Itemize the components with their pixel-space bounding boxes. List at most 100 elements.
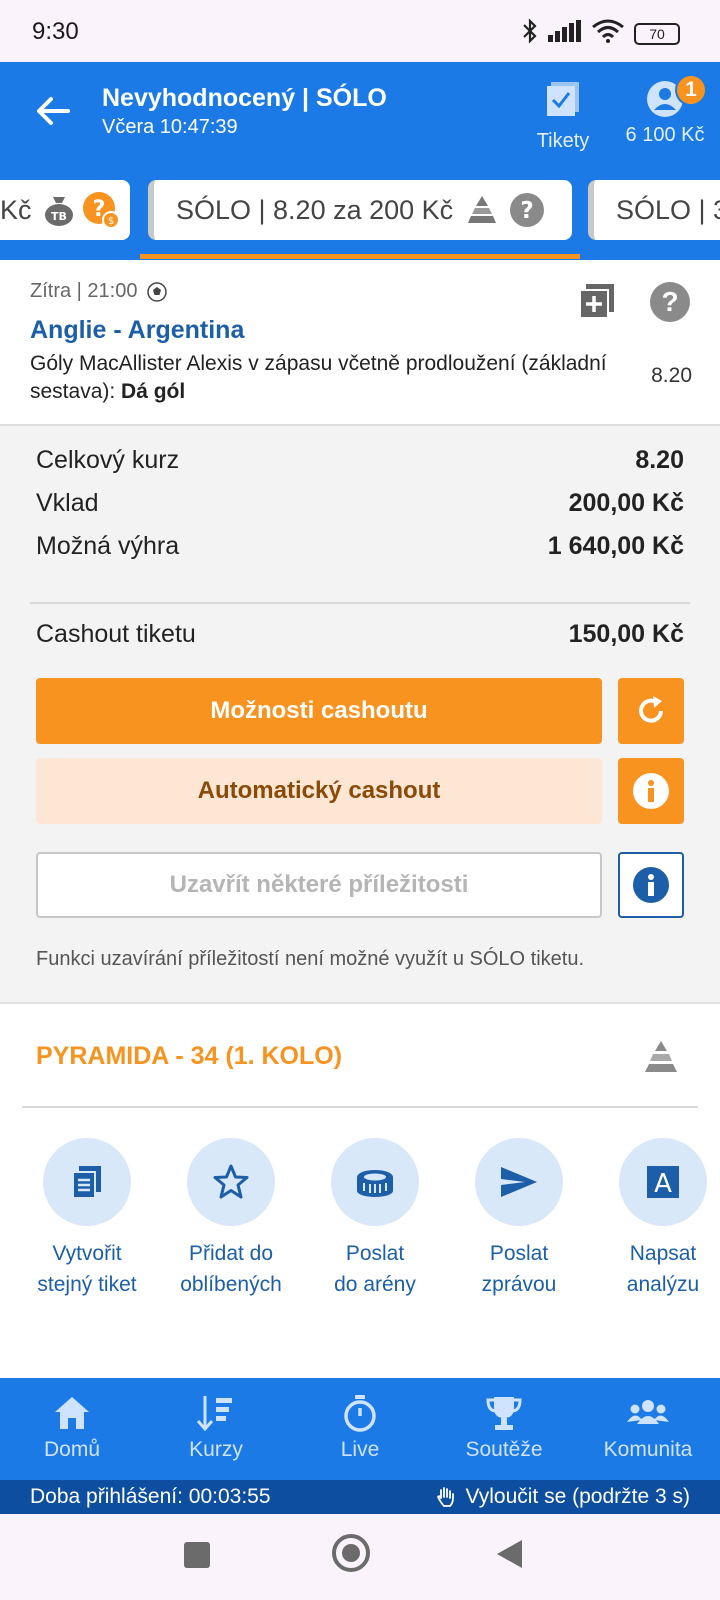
bluetooth-icon xyxy=(522,18,538,49)
ticket-tab-current[interactable]: SÓLO | 8.20 za 200 Kč ? xyxy=(148,180,572,240)
nav-community[interactable]: Komunita xyxy=(578,1392,718,1462)
action-label: Poslat do arény xyxy=(300,1238,450,1300)
pyramid-divider xyxy=(22,1106,698,1108)
action-circle xyxy=(475,1138,563,1226)
close-info-button[interactable] xyxy=(618,852,684,918)
svg-text:$: $ xyxy=(107,216,113,227)
tab-label: SÓLO | 8.20 za 200 Kč xyxy=(176,194,454,225)
tab-label: Kč xyxy=(0,194,32,225)
event-odd: 8.20 xyxy=(651,364,692,387)
event-match-link[interactable]: Anglie - Argentina xyxy=(30,316,244,345)
action-label-line2: do arény xyxy=(334,1273,416,1296)
solo-note: Funkci uzavírání příležitostí není možné… xyxy=(36,948,585,970)
account-button[interactable]: 1 6 100 Kč xyxy=(615,74,715,147)
nav-label: Komunita xyxy=(603,1438,693,1461)
nav-label: Live xyxy=(340,1438,380,1461)
hand-icon xyxy=(436,1487,454,1507)
action-circle xyxy=(187,1138,275,1226)
action-circle xyxy=(331,1138,419,1226)
stake-row: Vklad 200,00 Kč xyxy=(36,489,684,518)
football-icon xyxy=(147,281,168,302)
send-message-action[interactable]: Poslat zprávou xyxy=(444,1138,594,1300)
ticket-tab-previous[interactable]: Kč TB ? $ xyxy=(0,180,130,240)
bet-selection: Dá gól xyxy=(121,380,186,403)
add-copy-icon xyxy=(579,284,614,319)
total-odds-value: 8.20 xyxy=(635,446,684,474)
action-label-line1: Vytvořit xyxy=(52,1242,122,1265)
nav-home[interactable]: Domů xyxy=(2,1392,142,1462)
nav-label: Domů xyxy=(43,1438,101,1461)
nav-label: Soutěže xyxy=(465,1438,543,1461)
action-label-line2: stejný tiket xyxy=(37,1273,137,1296)
ticket-status-title: Nevyhodnocený | SÓLO xyxy=(102,84,387,112)
event-date: Zítra | 21:00 xyxy=(30,280,168,303)
cashout-label: Cashout tiketu xyxy=(36,620,196,648)
add-to-favorites-action[interactable]: Přidat do oblíbených xyxy=(156,1138,306,1300)
home-system-button[interactable] xyxy=(332,1534,370,1572)
auto-cashout-info-button[interactable] xyxy=(618,758,684,824)
action-label: Přidat do oblíbených xyxy=(156,1238,306,1300)
session-bar: Doba přihlášení: 00:03:55 Vyloučit se (p… xyxy=(0,1480,720,1514)
active-tab-indicator xyxy=(140,254,580,259)
action-label-line1: Poslat xyxy=(345,1242,405,1265)
send-to-arena-action[interactable]: Poslat do arény xyxy=(300,1138,450,1300)
event-help-button[interactable]: ? xyxy=(650,282,690,322)
action-label-line1: Přidat do xyxy=(188,1242,274,1265)
cashout-options-button[interactable]: Možnosti cashoutu xyxy=(36,678,602,744)
copy-list-icon xyxy=(72,1166,101,1199)
home-dot-icon xyxy=(342,1544,360,1562)
stake-label: Vklad xyxy=(36,489,99,517)
tickets-icon xyxy=(547,82,579,116)
self-exclude-button[interactable]: Vyloučit se (podržte 3 s) xyxy=(436,1485,690,1509)
action-label-line2: analýzu xyxy=(626,1273,700,1296)
star-icon xyxy=(213,1164,249,1199)
nav-live[interactable]: Live xyxy=(290,1392,430,1462)
refresh-button[interactable] xyxy=(618,678,684,744)
svg-text:TB: TB xyxy=(51,210,67,223)
action-label-line2: oblíbených xyxy=(180,1273,282,1296)
close-some-opportunities-button[interactable]: Uzavřít některé příležitosti xyxy=(36,852,602,918)
ticket-summary: Celkový kurz 8.20 Vklad 200,00 Kč Možná … xyxy=(0,426,720,1004)
send-icon xyxy=(501,1167,537,1197)
arena-icon xyxy=(357,1170,393,1197)
action-label: Poslat zprávou xyxy=(444,1238,594,1300)
signal-icon xyxy=(548,20,582,47)
ticket-tab-next[interactable]: SÓLO | 3 xyxy=(588,180,720,240)
back-button[interactable] xyxy=(30,88,76,134)
nav-label: Kurzy xyxy=(189,1438,243,1461)
nav-odds[interactable]: Kurzy xyxy=(146,1392,286,1462)
pyramid-icon xyxy=(468,196,497,223)
create-same-ticket-action[interactable]: Vytvořit stejný tiket xyxy=(12,1138,162,1300)
session-duration: Doba přihlášení: 00:03:55 xyxy=(30,1485,271,1508)
tickets-button[interactable]: Tikety xyxy=(528,80,598,153)
pyramid-section[interactable]: PYRAMIDA - 34 (1. KOLO) xyxy=(0,1004,720,1110)
nav-competitions[interactable]: Soutěže xyxy=(434,1392,574,1462)
tab-label: SÓLO | 3 xyxy=(616,194,720,225)
summary-divider xyxy=(30,602,690,604)
cashout-row: Cashout tiketu 150,00 Kč xyxy=(36,620,684,649)
stake-value: 200,00 Kč xyxy=(568,489,684,517)
info-icon xyxy=(633,867,669,903)
question-icon: ? xyxy=(661,286,679,317)
auto-cashout-button[interactable]: Automatický cashout xyxy=(36,758,602,824)
pyramid-label: PYRAMIDA - 34 (1. KOLO) xyxy=(36,1042,343,1070)
tickets-label: Tikety xyxy=(536,130,590,152)
action-label: Napsat analýzu xyxy=(588,1238,720,1300)
community-icon xyxy=(627,1400,669,1424)
back-system-button[interactable] xyxy=(494,1538,524,1575)
recents-button[interactable] xyxy=(184,1542,210,1568)
notification-badge: 1 xyxy=(675,74,707,106)
write-analysis-action[interactable]: A Napsat analýzu xyxy=(588,1138,720,1300)
total-odds-label: Celkový kurz xyxy=(36,446,180,474)
add-to-ticket-button[interactable] xyxy=(576,282,616,322)
ticket-tabs: Kč TB ? $ SÓLO | 8.20 za 200 Kč ? SÓLO | … xyxy=(0,176,720,260)
pyramid-icon xyxy=(642,1038,680,1081)
money-bag-icon: TB xyxy=(44,197,73,226)
possible-win-value: 1 640,00 Kč xyxy=(547,532,684,560)
refresh-icon xyxy=(639,696,663,723)
status-icons: 70 xyxy=(522,18,680,49)
bottom-navigation: Domů Kurzy Live Soutěže Komunita xyxy=(0,1378,720,1480)
possible-win-row: Možná výhra 1 640,00 Kč xyxy=(36,532,684,561)
stopwatch-icon xyxy=(344,1395,376,1432)
svg-text:?: ? xyxy=(521,198,534,224)
